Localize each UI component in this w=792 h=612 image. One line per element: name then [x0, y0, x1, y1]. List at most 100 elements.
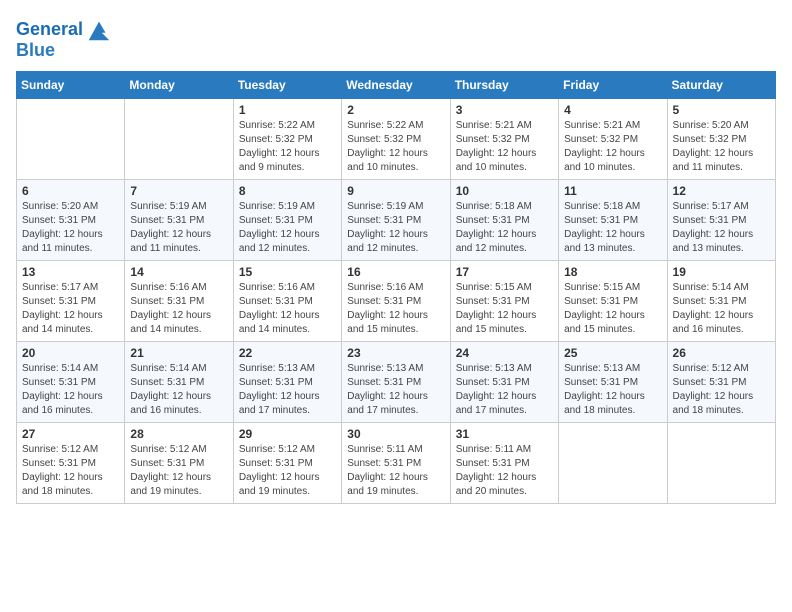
day-info: Sunrise: 5:19 AM Sunset: 5:31 PM Dayligh… — [239, 200, 336, 256]
day-info: Sunrise: 5:16 AM Sunset: 5:31 PM Dayligh… — [347, 281, 444, 337]
calendar-cell — [667, 423, 775, 504]
calendar-cell — [17, 99, 125, 180]
day-number: 22 — [239, 346, 336, 360]
calendar-header: SundayMondayTuesdayWednesdayThursdayFrid… — [17, 72, 776, 99]
page-header: General Blue — [16, 16, 776, 61]
day-info: Sunrise: 5:22 AM Sunset: 5:32 PM Dayligh… — [239, 119, 336, 175]
day-info: Sunrise: 5:11 AM Sunset: 5:31 PM Dayligh… — [347, 443, 444, 499]
day-number: 27 — [22, 427, 119, 441]
calendar-cell: 10 Sunrise: 5:18 AM Sunset: 5:31 PM Dayli… — [450, 180, 558, 261]
calendar-cell: 17 Sunrise: 5:15 AM Sunset: 5:31 PM Dayli… — [450, 261, 558, 342]
day-info: Sunrise: 5:19 AM Sunset: 5:31 PM Dayligh… — [347, 200, 444, 256]
calendar-cell: 22 Sunrise: 5:13 AM Sunset: 5:31 PM Dayli… — [233, 342, 341, 423]
day-number: 10 — [456, 184, 553, 198]
logo: General Blue — [16, 16, 113, 61]
calendar-cell: 29Sunrise: 5:12 AM Sunset: 5:31 PM Dayli… — [233, 423, 341, 504]
calendar-cell: 15 Sunrise: 5:16 AM Sunset: 5:31 PM Dayli… — [233, 261, 341, 342]
logo-icon — [85, 16, 113, 44]
day-info: Sunrise: 5:16 AM Sunset: 5:31 PM Dayligh… — [239, 281, 336, 337]
day-number: 26 — [673, 346, 770, 360]
day-info: Sunrise: 5:18 AM Sunset: 5:31 PM Dayligh… — [564, 200, 661, 256]
day-number: 21 — [130, 346, 227, 360]
day-info: Sunrise: 5:17 AM Sunset: 5:31 PM Dayligh… — [22, 281, 119, 337]
day-info: Sunrise: 5:13 AM Sunset: 5:31 PM Dayligh… — [239, 362, 336, 418]
day-info: Sunrise: 5:20 AM Sunset: 5:31 PM Dayligh… — [22, 200, 119, 256]
day-number: 25 — [564, 346, 661, 360]
calendar-cell: 12 Sunrise: 5:17 AM Sunset: 5:31 PM Dayli… — [667, 180, 775, 261]
calendar-cell: 28 Sunrise: 5:12 AM Sunset: 5:31 PM Dayli… — [125, 423, 233, 504]
day-number: 18 — [564, 265, 661, 279]
day-number: 8 — [239, 184, 336, 198]
day-info: Sunrise: 5:21 AM Sunset: 5:32 PM Dayligh… — [564, 119, 661, 175]
day-number: 2 — [347, 103, 444, 117]
calendar-cell: 6 Sunrise: 5:20 AM Sunset: 5:31 PM Daylig… — [17, 180, 125, 261]
day-info: Sunrise: 5:12 AM Sunset: 5:31 PM Dayligh… — [673, 362, 770, 418]
calendar-cell: 7 Sunrise: 5:19 AM Sunset: 5:31 PM Daylig… — [125, 180, 233, 261]
day-number: 15 — [239, 265, 336, 279]
day-info: Sunrise: 5:14 AM Sunset: 5:31 PM Dayligh… — [22, 362, 119, 418]
logo-text: General — [16, 20, 83, 40]
calendar-cell: 30 Sunrise: 5:11 AM Sunset: 5:31 PM Dayli… — [342, 423, 450, 504]
calendar-cell: 8 Sunrise: 5:19 AM Sunset: 5:31 PM Daylig… — [233, 180, 341, 261]
weekday-header: Tuesday — [233, 72, 341, 99]
day-info: Sunrise: 5:18 AM Sunset: 5:31 PM Dayligh… — [456, 200, 553, 256]
calendar-cell: 2 Sunrise: 5:22 AM Sunset: 5:32 PM Daylig… — [342, 99, 450, 180]
day-info: Sunrise: 5:21 AM Sunset: 5:32 PM Dayligh… — [456, 119, 553, 175]
day-number: 23 — [347, 346, 444, 360]
weekday-header: Sunday — [17, 72, 125, 99]
day-number: 24 — [456, 346, 553, 360]
day-number: 6 — [22, 184, 119, 198]
calendar-cell: 18 Sunrise: 5:15 AM Sunset: 5:31 PM Dayli… — [559, 261, 667, 342]
day-number: 3 — [456, 103, 553, 117]
day-number: 13 — [22, 265, 119, 279]
day-number: 1 — [239, 103, 336, 117]
calendar-cell: 20 Sunrise: 5:14 AM Sunset: 5:31 PM Dayli… — [17, 342, 125, 423]
day-info: Sunrise: 5:19 AM Sunset: 5:31 PM Dayligh… — [130, 200, 227, 256]
weekday-header: Thursday — [450, 72, 558, 99]
day-number: 5 — [673, 103, 770, 117]
calendar-cell: 3 Sunrise: 5:21 AM Sunset: 5:32 PM Daylig… — [450, 99, 558, 180]
day-number: 20 — [22, 346, 119, 360]
day-number: 31 — [456, 427, 553, 441]
calendar-cell: 1 Sunrise: 5:22 AM Sunset: 5:32 PM Daylig… — [233, 99, 341, 180]
day-number: 4 — [564, 103, 661, 117]
day-info: Sunrise: 5:12 AM Sunset: 5:31 PM Dayligh… — [239, 443, 336, 499]
calendar-cell: 26 Sunrise: 5:12 AM Sunset: 5:31 PM Dayli… — [667, 342, 775, 423]
calendar-cell: 21 Sunrise: 5:14 AM Sunset: 5:31 PM Dayli… — [125, 342, 233, 423]
day-number: 12 — [673, 184, 770, 198]
calendar-cell: 16Sunrise: 5:16 AM Sunset: 5:31 PM Dayli… — [342, 261, 450, 342]
day-number: 30 — [347, 427, 444, 441]
day-number: 14 — [130, 265, 227, 279]
day-number: 28 — [130, 427, 227, 441]
day-info: Sunrise: 5:13 AM Sunset: 5:31 PM Dayligh… — [347, 362, 444, 418]
day-number: 17 — [456, 265, 553, 279]
day-number: 11 — [564, 184, 661, 198]
day-info: Sunrise: 5:13 AM Sunset: 5:31 PM Dayligh… — [564, 362, 661, 418]
day-info: Sunrise: 5:15 AM Sunset: 5:31 PM Dayligh… — [564, 281, 661, 337]
weekday-header: Monday — [125, 72, 233, 99]
day-info: Sunrise: 5:12 AM Sunset: 5:31 PM Dayligh… — [22, 443, 119, 499]
weekday-header: Friday — [559, 72, 667, 99]
calendar-cell: 4 Sunrise: 5:21 AM Sunset: 5:32 PM Daylig… — [559, 99, 667, 180]
day-info: Sunrise: 5:20 AM Sunset: 5:32 PM Dayligh… — [673, 119, 770, 175]
calendar-cell — [125, 99, 233, 180]
day-number: 19 — [673, 265, 770, 279]
calendar-cell: 9 Sunrise: 5:19 AM Sunset: 5:31 PM Daylig… — [342, 180, 450, 261]
weekday-header: Wednesday — [342, 72, 450, 99]
calendar-cell: 27 Sunrise: 5:12 AM Sunset: 5:31 PM Dayli… — [17, 423, 125, 504]
day-number: 9 — [347, 184, 444, 198]
day-info: Sunrise: 5:22 AM Sunset: 5:32 PM Dayligh… — [347, 119, 444, 175]
calendar-cell: 13 Sunrise: 5:17 AM Sunset: 5:31 PM Dayli… — [17, 261, 125, 342]
day-info: Sunrise: 5:12 AM Sunset: 5:31 PM Dayligh… — [130, 443, 227, 499]
day-info: Sunrise: 5:14 AM Sunset: 5:31 PM Dayligh… — [130, 362, 227, 418]
day-info: Sunrise: 5:13 AM Sunset: 5:31 PM Dayligh… — [456, 362, 553, 418]
calendar-cell: 11 Sunrise: 5:18 AM Sunset: 5:31 PM Dayli… — [559, 180, 667, 261]
day-info: Sunrise: 5:15 AM Sunset: 5:31 PM Dayligh… — [456, 281, 553, 337]
calendar-cell: 23 Sunrise: 5:13 AM Sunset: 5:31 PM Dayli… — [342, 342, 450, 423]
calendar-cell: 31Sunrise: 5:11 AM Sunset: 5:31 PM Dayli… — [450, 423, 558, 504]
day-info: Sunrise: 5:17 AM Sunset: 5:31 PM Dayligh… — [673, 200, 770, 256]
calendar-cell: 5 Sunrise: 5:20 AM Sunset: 5:32 PM Daylig… — [667, 99, 775, 180]
calendar-cell: 14Sunrise: 5:16 AM Sunset: 5:31 PM Dayli… — [125, 261, 233, 342]
day-number: 7 — [130, 184, 227, 198]
weekday-header: Saturday — [667, 72, 775, 99]
